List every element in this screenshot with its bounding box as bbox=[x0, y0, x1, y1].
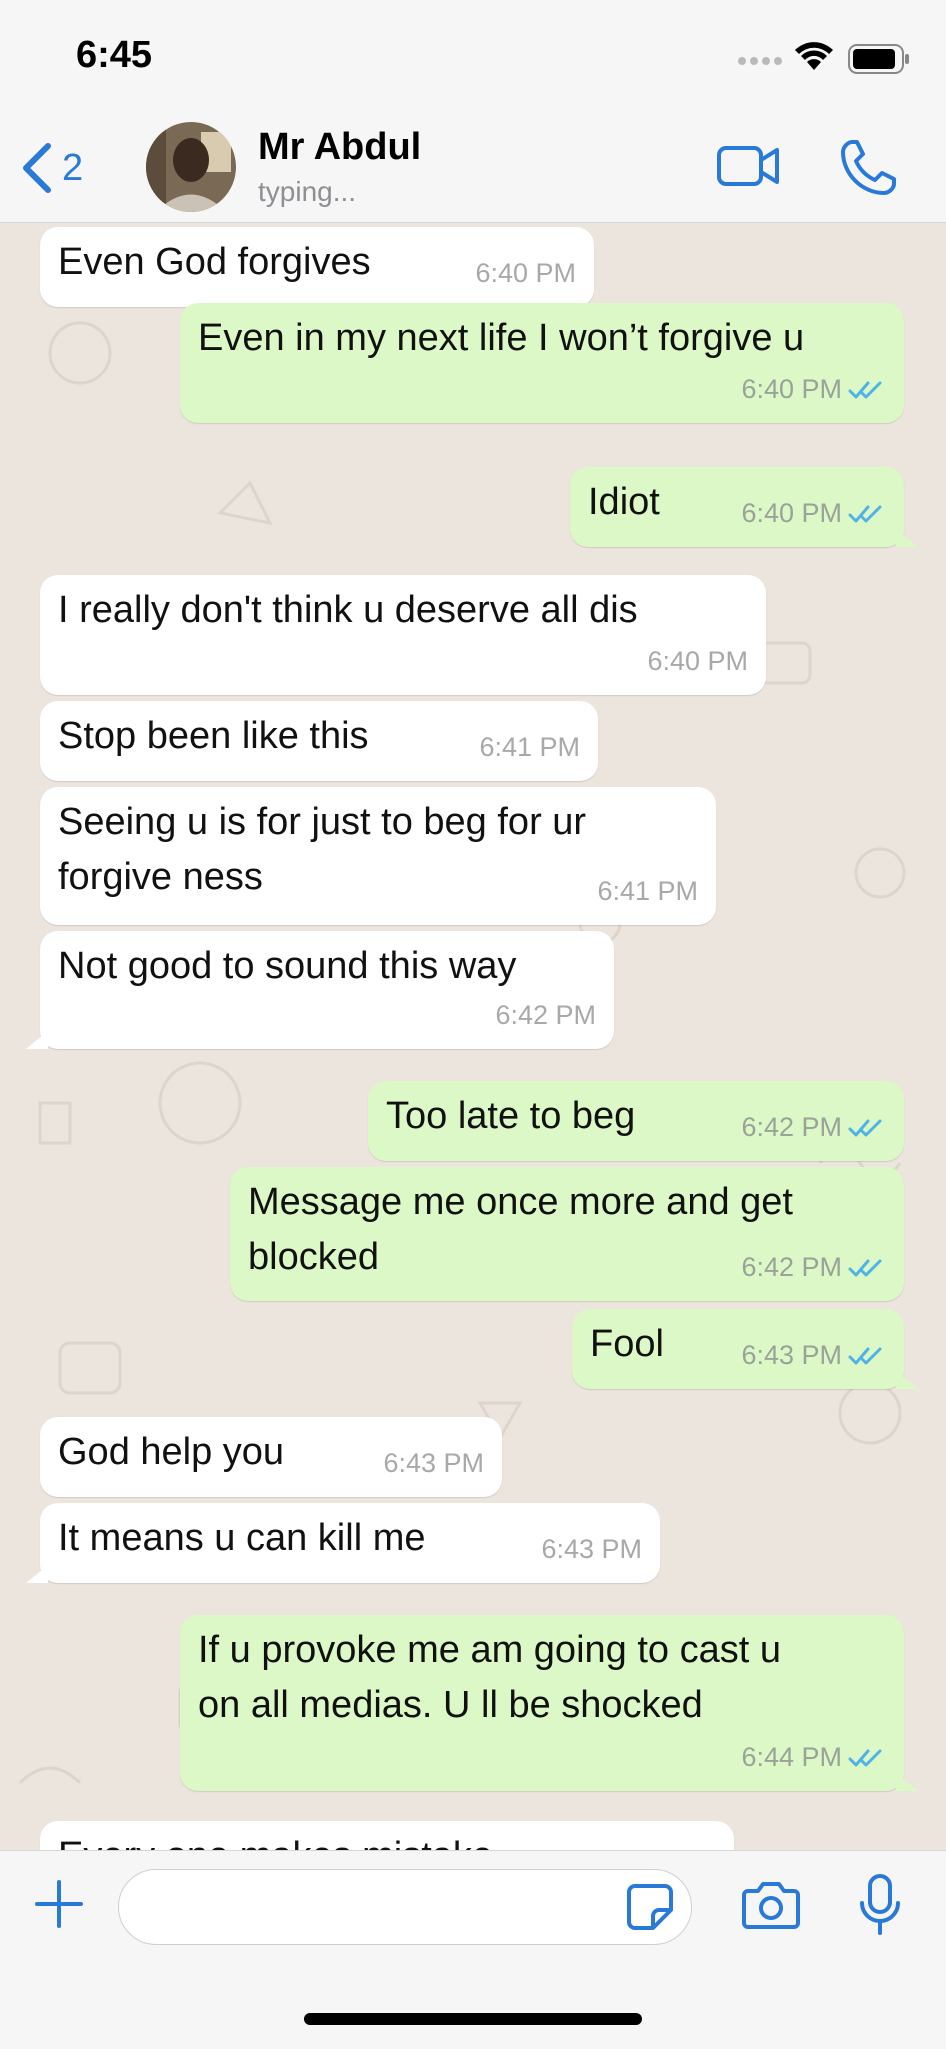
bubble-tail bbox=[26, 1031, 48, 1049]
back-button[interactable]: 2 bbox=[20, 140, 83, 196]
message-text: Every one makes mistake bbox=[58, 1829, 493, 1850]
message-time: 6:42 PM bbox=[741, 1100, 886, 1155]
message-input[interactable] bbox=[118, 1869, 692, 1945]
battery-icon bbox=[848, 44, 909, 74]
timestamp: 6:40 PM bbox=[741, 498, 842, 528]
message-time: 6:41 PM bbox=[479, 720, 580, 775]
timestamp: 6:40 PM bbox=[647, 646, 748, 676]
message-time: 6:43 PM bbox=[741, 1328, 886, 1383]
message-text: I really don't think u deserve all dis bbox=[58, 589, 638, 631]
message-incoming[interactable]: Not good to sound this way 6:42 PM bbox=[26, 931, 614, 1049]
double-check-icon bbox=[848, 381, 882, 398]
double-check-icon bbox=[848, 1119, 882, 1136]
message-time: 6:43 PM bbox=[383, 1436, 484, 1491]
typing-status: typing... bbox=[258, 176, 357, 207]
contact-name[interactable]: Mr Abdul bbox=[258, 126, 421, 169]
message-text: Not good to sound this way bbox=[58, 945, 517, 987]
message-text-line2: on all medias. U ll be shocked bbox=[198, 1684, 703, 1726]
status-time: 6:45 bbox=[76, 34, 153, 76]
message-incoming[interactable]: I really don't think u deserve all dis 6… bbox=[40, 575, 766, 695]
message-outgoing[interactable]: Fool 6:43 PM bbox=[572, 1309, 918, 1389]
message-text-line2: forgive ness bbox=[58, 856, 263, 898]
timestamp: 6:42 PM bbox=[741, 1112, 842, 1142]
timestamp: 6:40 PM bbox=[475, 258, 576, 288]
bubble-tail bbox=[896, 1773, 918, 1791]
chat-area[interactable]: Even God forgives 6:40 PM Even in my nex… bbox=[0, 223, 946, 1850]
message-time: 6:43 PM bbox=[541, 1522, 642, 1577]
camera-icon[interactable] bbox=[742, 1879, 800, 1929]
cellular-signal-icon bbox=[738, 57, 782, 65]
message-incoming-partial[interactable]: Every one makes mistake bbox=[40, 1821, 734, 1850]
message-text: Even in my next life I won’t forgive u bbox=[198, 317, 805, 359]
timestamp: 6:43 PM bbox=[741, 1340, 842, 1370]
bubble-tail bbox=[896, 529, 918, 547]
home-indicator[interactable] bbox=[304, 2013, 642, 2025]
contact-avatar[interactable] bbox=[146, 122, 236, 212]
double-check-icon bbox=[848, 1749, 882, 1766]
unread-count: 2 bbox=[62, 146, 84, 189]
timestamp: 6:40 PM bbox=[741, 374, 842, 404]
chat-header: 2 Mr Abdul typing... bbox=[0, 112, 946, 223]
message-outgoing[interactable]: If u provoke me am going to cast u on al… bbox=[180, 1615, 918, 1791]
message-outgoing[interactable]: Message me once more and get blocked 6:4… bbox=[230, 1167, 904, 1301]
message-input-bar bbox=[0, 1850, 946, 2049]
message-text-line1: Message me once more and get bbox=[248, 1181, 793, 1223]
message-text: Too late to beg bbox=[386, 1095, 636, 1137]
message-incoming[interactable]: Even God forgives 6:40 PM bbox=[40, 227, 594, 307]
bubble-tail bbox=[896, 1371, 918, 1389]
timestamp: 6:43 PM bbox=[541, 1534, 642, 1564]
message-text: It means u can kill me bbox=[58, 1517, 426, 1559]
message-incoming[interactable]: It means u can kill me 6:43 PM bbox=[26, 1503, 660, 1583]
bubble-tail bbox=[26, 1565, 48, 1583]
message-incoming[interactable]: Stop been like this 6:41 PM bbox=[40, 701, 598, 781]
wifi-icon bbox=[795, 42, 833, 70]
message-outgoing[interactable]: Idiot 6:40 PM bbox=[570, 467, 918, 547]
message-text: Idiot bbox=[588, 481, 660, 523]
timestamp: 6:41 PM bbox=[479, 732, 580, 762]
message-time: 6:40 PM bbox=[741, 486, 886, 541]
double-check-icon bbox=[848, 1347, 882, 1364]
microphone-icon[interactable] bbox=[858, 1873, 902, 1937]
message-text-line1: Seeing u is for just to beg for ur bbox=[58, 801, 587, 843]
status-bar: 6:45 bbox=[0, 0, 946, 112]
video-camera-icon[interactable] bbox=[716, 142, 780, 190]
timestamp: 6:44 PM bbox=[741, 1742, 842, 1772]
sticker-icon[interactable] bbox=[625, 1882, 675, 1932]
message-text: Stop been like this bbox=[58, 715, 369, 757]
message-time: 6:40 PM bbox=[741, 362, 886, 417]
message-time: 6:41 PM bbox=[597, 864, 698, 919]
timestamp: 6:42 PM bbox=[741, 1252, 842, 1282]
timestamp: 6:41 PM bbox=[597, 876, 698, 906]
message-incoming[interactable]: Seeing u is for just to beg for ur forgi… bbox=[40, 787, 716, 925]
message-text: Fool bbox=[590, 1323, 664, 1365]
message-time: 6:42 PM bbox=[741, 1240, 886, 1295]
message-text-line1: If u provoke me am going to cast u bbox=[198, 1629, 781, 1671]
message-text: God help you bbox=[58, 1431, 285, 1473]
message-text-line2: blocked bbox=[248, 1236, 379, 1278]
message-time: 6:42 PM bbox=[495, 988, 596, 1043]
timestamp: 6:43 PM bbox=[383, 1448, 484, 1478]
message-time: 6:40 PM bbox=[475, 246, 576, 301]
message-time: 6:40 PM bbox=[647, 634, 748, 689]
avatar-image bbox=[146, 122, 236, 212]
plus-icon[interactable] bbox=[34, 1879, 84, 1929]
message-outgoing[interactable]: Too late to beg 6:42 PM bbox=[368, 1081, 904, 1161]
timestamp: 6:42 PM bbox=[495, 1000, 596, 1030]
chevron-left-icon bbox=[23, 143, 51, 193]
double-check-icon bbox=[848, 1259, 882, 1276]
message-incoming[interactable]: God help you 6:43 PM bbox=[40, 1417, 502, 1497]
message-time: 6:44 PM bbox=[741, 1730, 886, 1785]
message-text: Even God forgives bbox=[58, 241, 371, 283]
message-outgoing[interactable]: Even in my next life I won’t forgive u 6… bbox=[180, 303, 904, 423]
double-check-icon bbox=[848, 505, 882, 522]
phone-icon[interactable] bbox=[838, 138, 898, 198]
